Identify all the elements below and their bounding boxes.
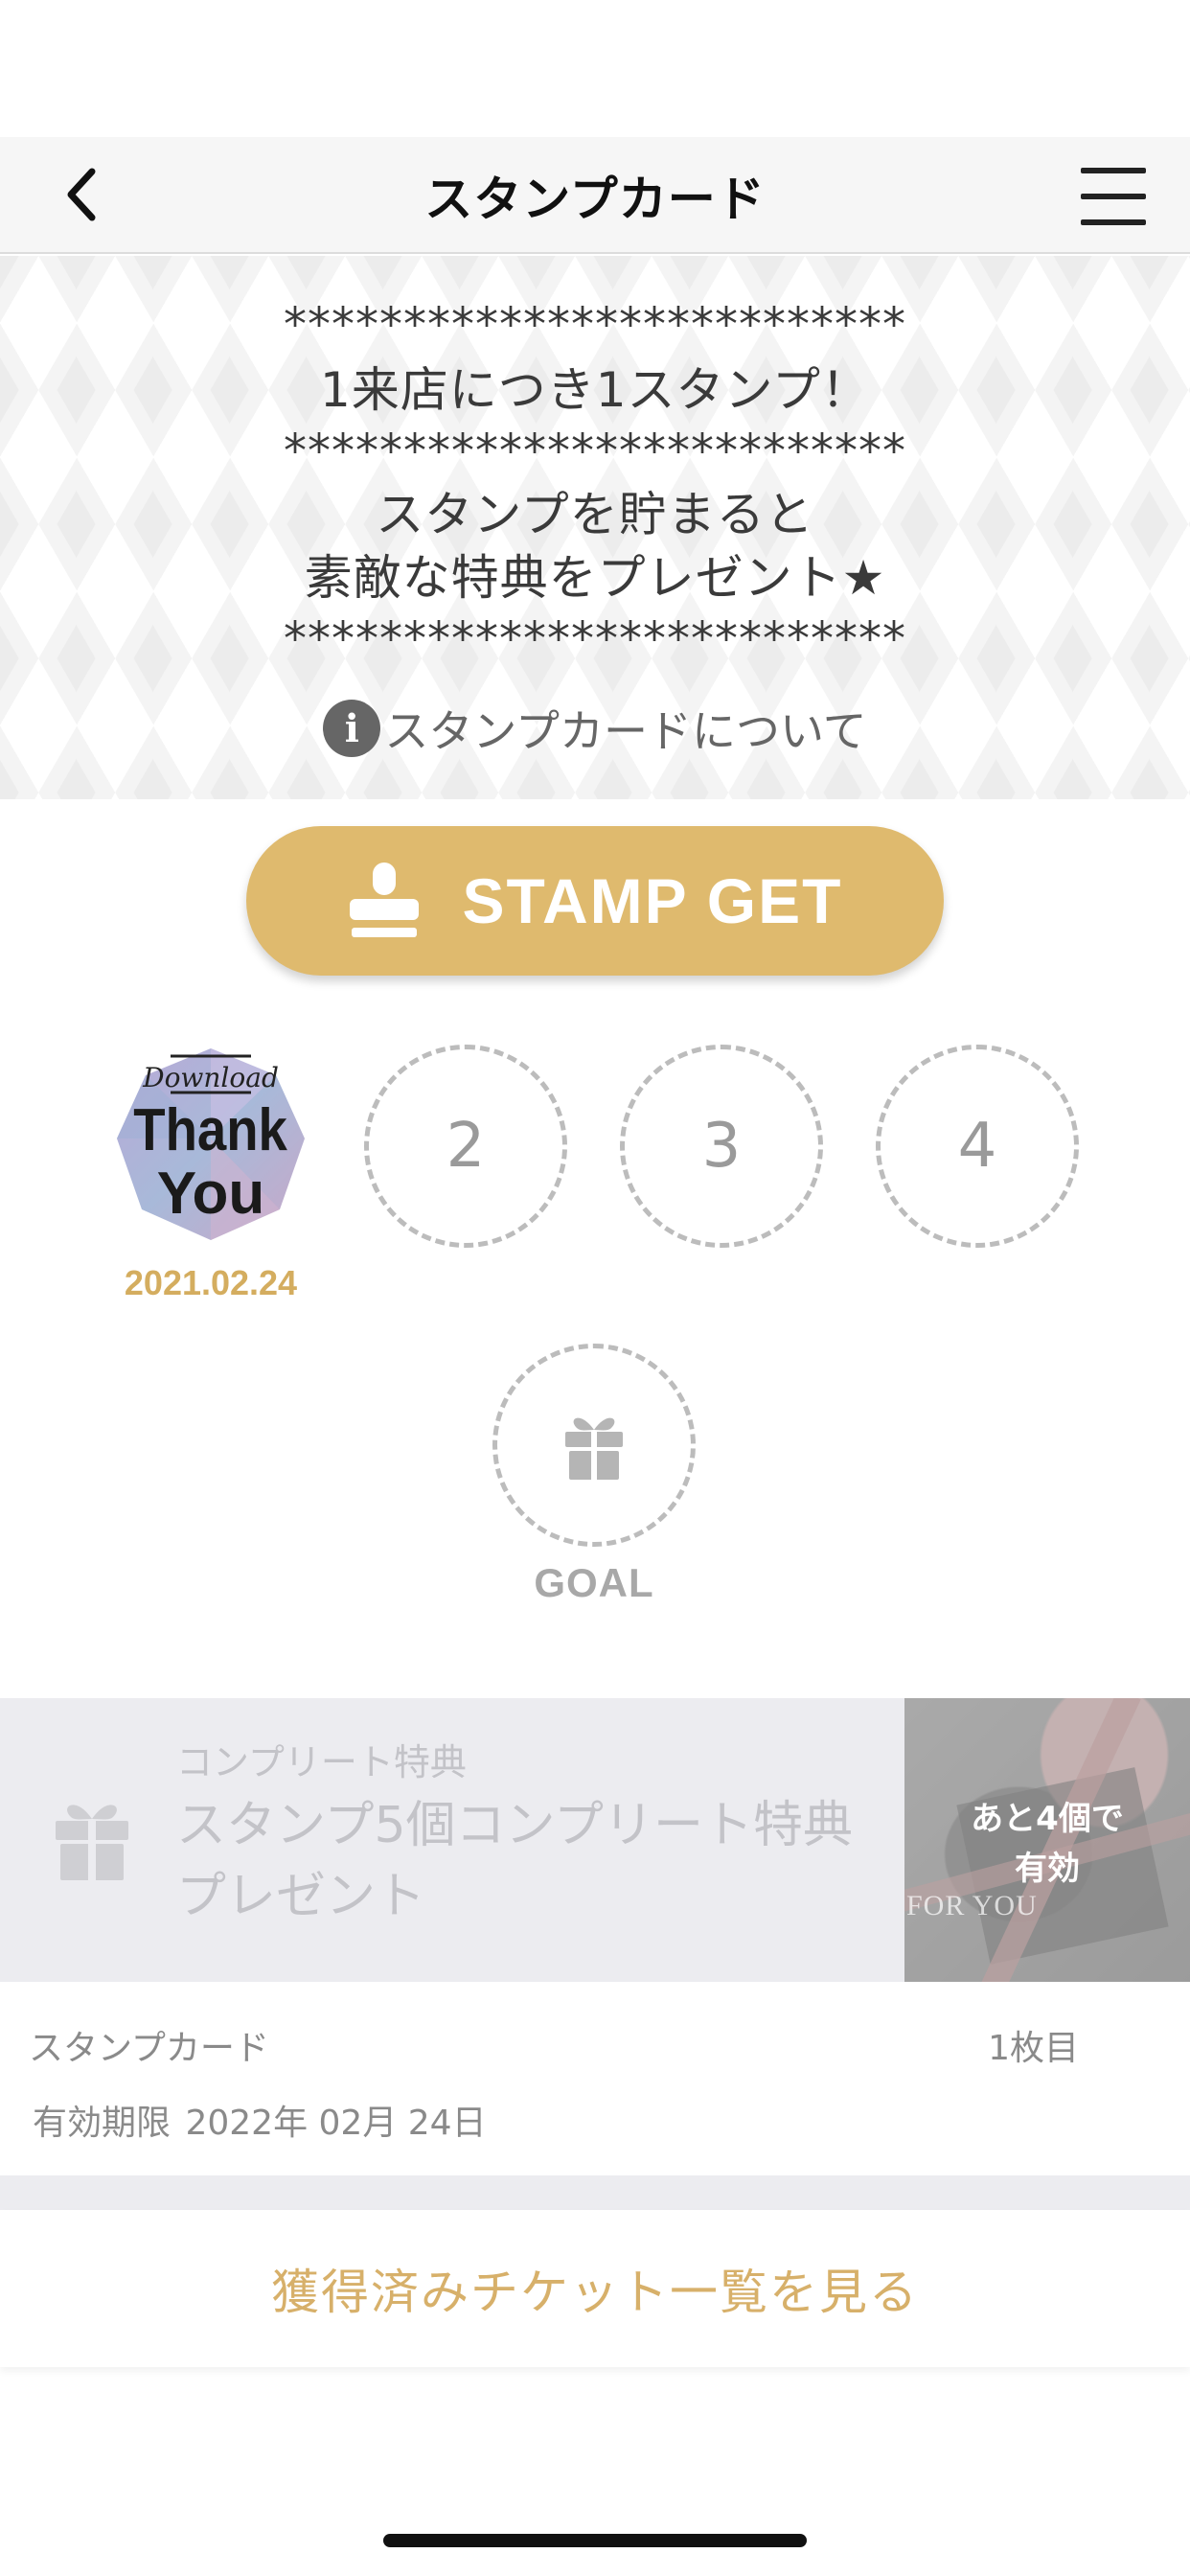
home-indicator xyxy=(383,2534,807,2547)
status-bar xyxy=(0,0,1190,137)
card-expiry: 有効期限 2022年 02月 24日 xyxy=(29,2095,487,2145)
navigation-bar: スタンプカード xyxy=(0,137,1190,254)
info-banner: ************************** 1来店につき1スタンプ！ … xyxy=(0,256,1190,799)
banner-line-2: スタンプを貯まると xyxy=(376,487,814,542)
info-icon: i xyxy=(323,700,381,757)
gift-icon xyxy=(56,1805,128,1880)
stamp-get-button[interactable]: STAMP GET xyxy=(246,826,944,976)
stamp-image-thank-text: Thank xyxy=(133,1097,287,1163)
reward-badge-line-2: 有効 xyxy=(1015,1850,1080,1888)
banner-line-1: 1来店につき1スタンプ！ xyxy=(319,362,871,418)
reward-caption: コンプリート特典 xyxy=(176,1741,467,1783)
card-name: スタンプカード xyxy=(29,2029,269,2068)
card-count: 1枚目 xyxy=(988,2029,1079,2068)
stamp-image-you-text: You xyxy=(157,1161,265,1227)
reward-badge-line-1: あと4個で xyxy=(971,1800,1124,1838)
complete-reward-card[interactable]: コンプリート特典 スタンプ5個コンプリート特典プレゼント FOR YOU あと4… xyxy=(0,1698,1190,1982)
banner-separator: ************************** xyxy=(284,425,906,478)
reward-remaining-badge: あと4個で 有効 xyxy=(904,1794,1190,1894)
view-tickets-link[interactable]: 獲得済みチケット一覧を見る xyxy=(0,2210,1190,2367)
hamburger-menu-icon[interactable] xyxy=(1075,160,1152,233)
goal-slot xyxy=(492,1344,696,1547)
banner-line-3: 素敵な特典をプレゼント★ xyxy=(304,550,886,606)
stamp-slot-3: 3 xyxy=(620,1045,823,1248)
card-info: スタンプカード 1枚目 有効期限 2022年 02月 24日 xyxy=(0,1982,1190,2175)
thank-you-stamp-image: Download Thank You xyxy=(117,1048,305,1240)
stamp-get-label: STAMP GET xyxy=(462,865,843,936)
stamp-date: 2021.02.24 xyxy=(124,1263,298,1302)
about-stamp-card-link[interactable]: i スタンプカードについて xyxy=(0,695,1190,762)
stamp-slot-4: 4 xyxy=(876,1045,1079,1248)
stamp-slot-2: 2 xyxy=(364,1045,567,1248)
gift-icon xyxy=(565,1417,623,1480)
stamp-slot-1-filled: Download Thank You xyxy=(109,1043,312,1246)
page-title: スタンプカード xyxy=(424,172,766,227)
about-stamp-card-label: スタンプカードについて xyxy=(384,705,867,757)
section-divider xyxy=(0,2175,1190,2210)
reward-title: スタンプ5個コンプリート特典プレゼント xyxy=(176,1797,853,1925)
banner-separator: ************************** xyxy=(284,612,906,666)
banner-separator: ************************** xyxy=(284,298,906,352)
reward-thumbnail: FOR YOU あと4個で 有効 xyxy=(904,1698,1190,1982)
expiry-label: 有効期限 xyxy=(33,2104,172,2143)
stamp-image-download-text: Download xyxy=(142,1062,279,1093)
goal-label: GOAL xyxy=(534,1560,654,1605)
reward-image-text: FOR YOU xyxy=(906,1890,1038,1921)
stamp-icon xyxy=(349,862,419,937)
expiry-date: 2022年 02月 24日 xyxy=(185,2104,487,2143)
